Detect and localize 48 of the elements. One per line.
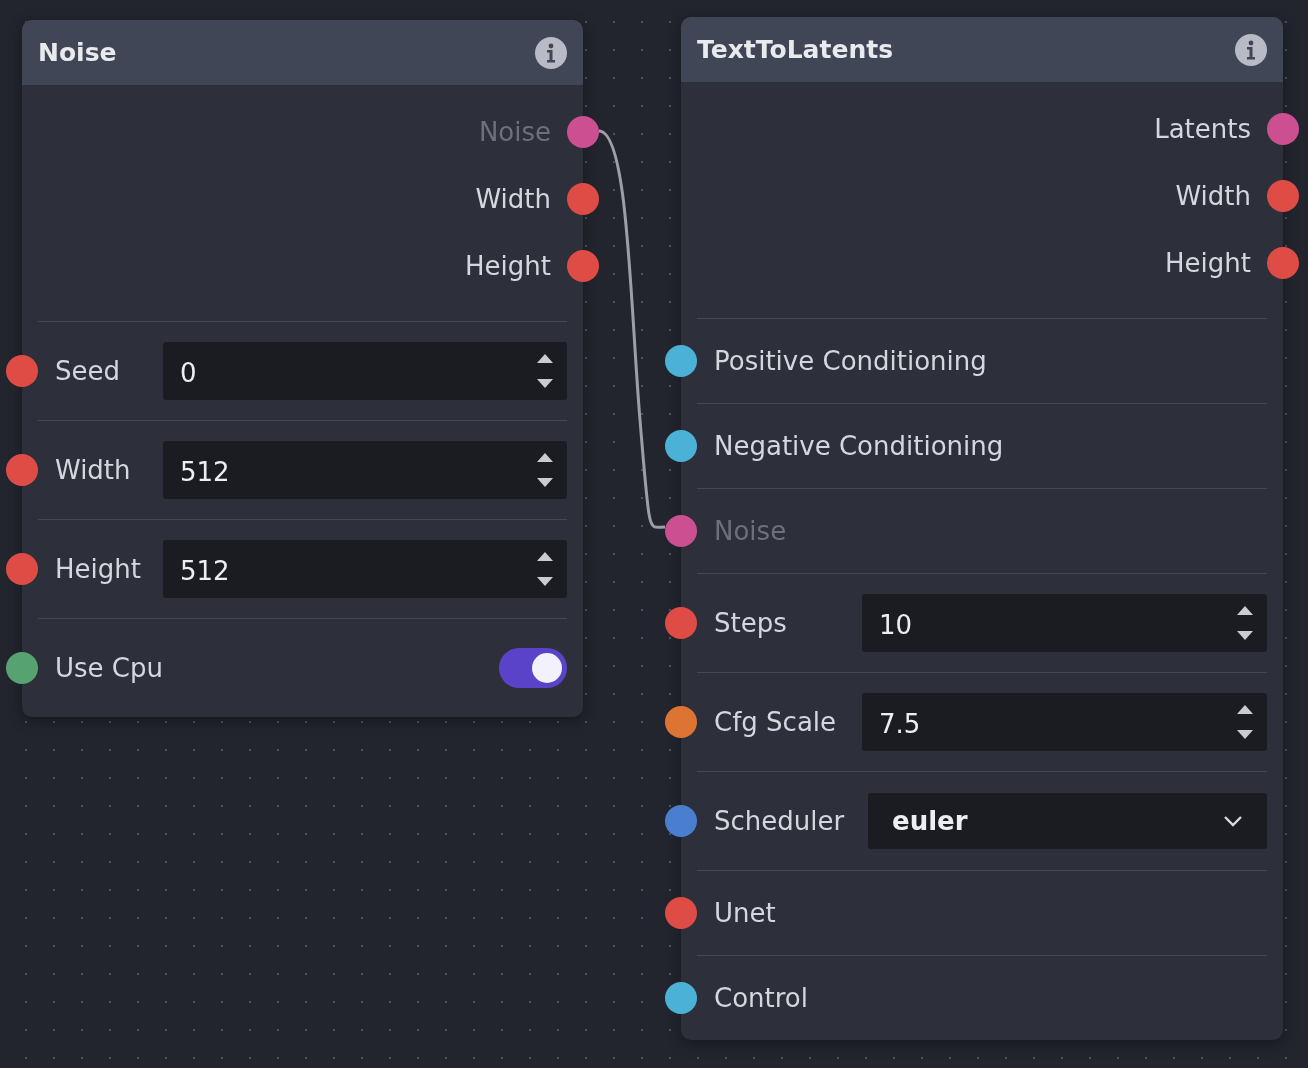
input-handle[interactable] bbox=[665, 515, 697, 547]
input-label: Width bbox=[55, 455, 132, 485]
input-label: Cfg Scale bbox=[714, 707, 838, 737]
input-label: Unet bbox=[714, 898, 776, 928]
input-label: Use Cpu bbox=[55, 653, 163, 683]
input-label: Seed bbox=[55, 356, 121, 386]
output-label: Noise bbox=[478, 116, 551, 147]
info-icon[interactable] bbox=[1235, 33, 1267, 66]
node-title: TextToLatents bbox=[697, 35, 893, 64]
number-field[interactable]: 512 bbox=[163, 441, 567, 499]
input-handle[interactable] bbox=[665, 897, 697, 929]
input-handle[interactable] bbox=[6, 454, 38, 486]
output-handle[interactable] bbox=[1267, 179, 1299, 212]
output-handle[interactable] bbox=[567, 249, 599, 282]
input-label: Control bbox=[714, 983, 808, 1013]
input-label: Noise bbox=[714, 516, 787, 546]
number-field[interactable]: 10 bbox=[862, 594, 1267, 652]
output-handle[interactable] bbox=[567, 115, 599, 148]
input-handle[interactable] bbox=[665, 982, 697, 1014]
output-label: Height bbox=[1165, 247, 1251, 278]
output-label: Width bbox=[1175, 180, 1251, 211]
output-handle[interactable] bbox=[567, 182, 599, 215]
input-handle[interactable] bbox=[665, 805, 697, 837]
number-field[interactable]: 7.5 bbox=[862, 693, 1267, 751]
input-label: Height bbox=[55, 554, 142, 584]
select-dropdown[interactable]: euler bbox=[868, 793, 1267, 849]
chevron-down-icon bbox=[1223, 815, 1243, 827]
input-handle[interactable] bbox=[6, 652, 38, 684]
info-icon[interactable] bbox=[535, 36, 567, 69]
output-handle[interactable] bbox=[1267, 246, 1299, 279]
output-label: Latents bbox=[1154, 113, 1251, 144]
toggle-switch[interactable] bbox=[499, 648, 567, 688]
input-handle[interactable] bbox=[6, 355, 38, 387]
output-handle[interactable] bbox=[1267, 112, 1299, 145]
input-label: Negative Conditioning bbox=[714, 431, 1004, 461]
output-label: Width bbox=[475, 183, 551, 214]
node-title: Noise bbox=[38, 38, 117, 67]
input-handle[interactable] bbox=[6, 553, 38, 585]
input-label: Steps bbox=[714, 608, 788, 638]
number-field[interactable]: 512 bbox=[163, 540, 567, 598]
input-handle[interactable] bbox=[665, 430, 697, 462]
output-label: Height bbox=[465, 250, 551, 281]
input-handle[interactable] bbox=[665, 607, 697, 639]
input-label: Positive Conditioning bbox=[714, 346, 987, 376]
input-handle[interactable] bbox=[665, 706, 697, 738]
input-label: Scheduler bbox=[714, 806, 846, 836]
number-field[interactable]: 0 bbox=[163, 342, 567, 400]
input-handle[interactable] bbox=[665, 345, 697, 377]
